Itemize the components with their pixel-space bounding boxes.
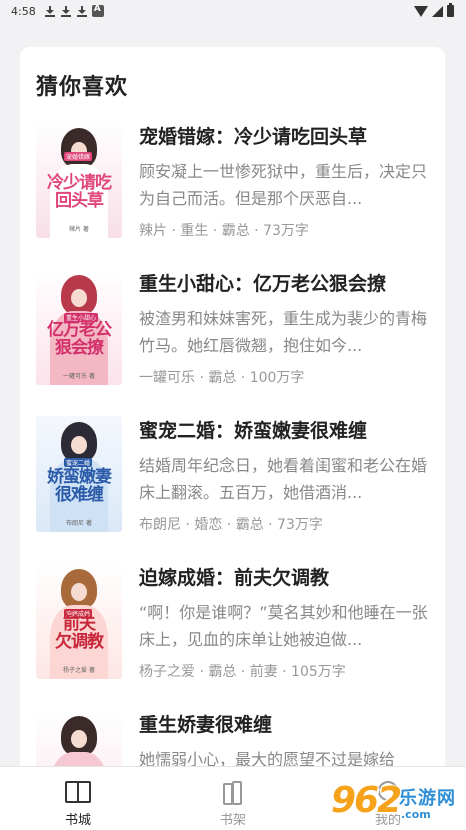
- book-meta: 辣片 · 重生 · 霸总 · 73万字: [139, 223, 309, 239]
- book-cover[interactable]: 迫嫁成婚 前夫 欠调教 杨子之爱 著: [36, 563, 122, 679]
- book-cover[interactable]: 蜜宠二婚 娇蛮嫩妻 很难缠 布朗尼 著: [36, 416, 122, 532]
- book-title[interactable]: 重生娇妻很难缠: [139, 710, 272, 737]
- book-cover[interactable]: 重生小甜心 亿万老公 狠会撩 一罐可乐 著: [36, 269, 122, 385]
- status-time: 4:58: [11, 4, 36, 18]
- download-icon: [76, 5, 88, 17]
- book-icon: [65, 781, 91, 803]
- download-icon: [60, 5, 72, 17]
- book-item[interactable]: 重生小甜心 亿万老公 狠会撩 一罐可乐 著 重生小甜心：亿万老公狠会撩 被渣男和妹…: [36, 269, 431, 389]
- book-item[interactable]: 蜜宠二婚 娇蛮嫩妻 很难缠 布朗尼 著 蜜宠二婚：娇蛮嫩妻很难缠 结婚周年纪念日，…: [36, 416, 431, 536]
- tab-bookstore[interactable]: 书城: [38, 767, 118, 830]
- book-title[interactable]: 迫嫁成婚：前夫欠调教: [139, 563, 329, 590]
- section-title: 猜你喜欢: [36, 75, 129, 100]
- site-watermark: 962 乐游网 .com: [325, 772, 465, 828]
- book-title[interactable]: 宠婚错嫁：冷少请吃回头草: [139, 122, 367, 149]
- book-meta: 布朗尼 · 婚恋 · 霸总 · 73万字: [139, 517, 323, 533]
- status-bar: 4:58: [0, 0, 466, 22]
- book-description: 被渣男和妹妹害死，重生成为裴少的青梅竹马。她红唇微翘，抱住如今...: [139, 309, 428, 355]
- download-icon: [44, 5, 56, 17]
- tab-label: 书架: [219, 813, 246, 828]
- book-title[interactable]: 重生小甜心：亿万老公狠会撩: [139, 269, 386, 296]
- wifi-icon: [414, 5, 428, 17]
- battery-icon: [447, 3, 454, 17]
- watermark-text: 乐游网: [399, 788, 456, 809]
- bookshelf-icon: [220, 781, 246, 805]
- book-title[interactable]: 蜜宠二婚：娇蛮嫩妻很难缠: [139, 416, 367, 443]
- book-description: “啊！你是谁啊？”莫名其妙和他睡在一张床上，见血的床单让她被迫做...: [139, 603, 428, 649]
- book-description: 顾安凝上一世惨死狱中，重生后，决定只为自己而活。但是那个厌恶自...: [139, 162, 428, 208]
- app-notification-icon: [91, 4, 104, 17]
- book-item[interactable]: 宠婚错嫁 冷少请吃 回头草 辣片 著 宠婚错嫁：冷少请吃回头草 顾安凝上一世惨死狱…: [36, 122, 431, 242]
- book-description: 结婚周年纪念日，她看着闺蜜和老公在婚床上翻滚。五百万，她借酒消...: [139, 456, 428, 502]
- recommend-card: 猜你喜欢 宠婚错嫁 冷少请吃 回头草 辣片 著 宠婚错嫁：冷少请吃回头草 顾安凝上…: [20, 47, 445, 787]
- book-cover[interactable]: 宠婚错嫁 冷少请吃 回头草 辣片 著: [36, 122, 122, 238]
- tab-bookshelf[interactable]: 书架: [193, 767, 273, 830]
- book-item[interactable]: 迫嫁成婚 前夫 欠调教 杨子之爱 著 迫嫁成婚：前夫欠调教 “啊！你是谁啊？”莫名…: [36, 563, 431, 683]
- signal-icon: [432, 5, 443, 17]
- watermark-domain: .com: [401, 808, 431, 821]
- watermark-number: 962: [331, 780, 402, 821]
- tab-label: 书城: [64, 813, 91, 828]
- book-meta: 一罐可乐 · 霸总 · 100万字: [139, 370, 305, 386]
- book-meta: 杨子之爱 · 霸总 · 前妻 · 105万字: [139, 664, 346, 680]
